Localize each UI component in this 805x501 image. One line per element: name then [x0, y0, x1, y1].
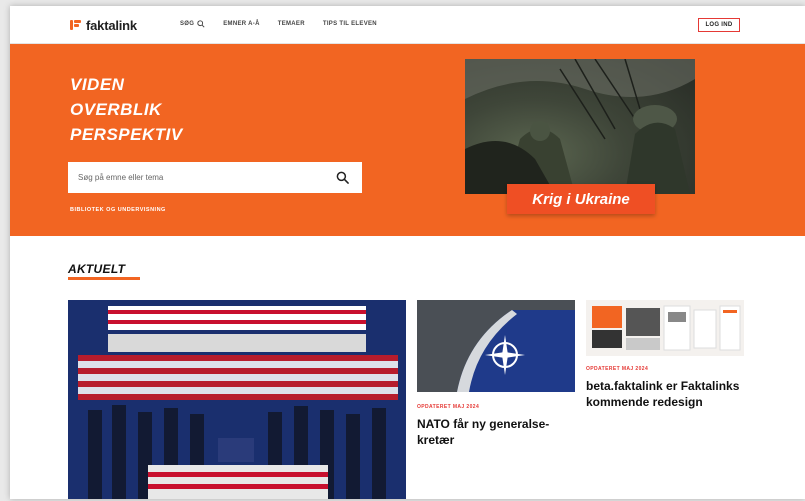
- top-navigation: faktalink SØG EMNER A-Å TEMAER TIPS TIL …: [10, 6, 805, 44]
- feature-caption[interactable]: Krig i Ukraine: [507, 184, 655, 214]
- news-card-main-image[interactable]: [68, 300, 406, 499]
- tagline-line-3: PERSPEKTIV: [70, 125, 183, 144]
- nav-search-label: SØG: [180, 21, 195, 27]
- news-card-nato-image[interactable]: [417, 300, 575, 392]
- search-icon[interactable]: [336, 171, 349, 184]
- section-title-aktuelt: AKTUELT: [68, 262, 126, 276]
- nav-themes[interactable]: TEMAER: [278, 21, 305, 27]
- stage-photo: [68, 300, 406, 499]
- nav-search[interactable]: SØG: [180, 20, 205, 28]
- tagline-line-2: OVERBLIK: [70, 100, 162, 119]
- nav-topics[interactable]: EMNER A-Å: [223, 21, 259, 27]
- news-card-beta-title[interactable]: beta.faktalink er Faktalinks kommende re…: [586, 378, 746, 410]
- updated-label: OPDATERET MAJ 2024: [417, 404, 480, 410]
- faktalink-logo[interactable]: faktalink: [70, 17, 137, 33]
- main-nav: SØG EMNER A-Å TEMAER TIPS TIL ELEVEN: [180, 20, 377, 28]
- news-card-beta-image[interactable]: [586, 300, 744, 356]
- tagline-line-1: VIDEN: [70, 75, 125, 94]
- search-icon: [197, 20, 205, 28]
- logo-text: faktalink: [86, 17, 137, 33]
- nav-tips[interactable]: TIPS TIL ELEVEN: [323, 21, 377, 27]
- ukraine-war-image[interactable]: [465, 59, 695, 194]
- news-card-nato-title[interactable]: NATO får ny generalse-kretær: [417, 416, 577, 448]
- hero-section: VIDEN OVERBLIK PERSPEKTIV BIBLIOTEK OG U…: [10, 44, 805, 236]
- updated-label: OPDATERET MAJ 2024: [586, 366, 649, 372]
- logo-mark-icon: [70, 19, 82, 31]
- nato-flag-photo: [417, 300, 575, 392]
- redesign-collage: [586, 300, 744, 356]
- library-link[interactable]: BIBLIOTEK OG UNDERVISNING: [70, 207, 166, 213]
- browser-page: faktalink SØG EMNER A-Å TEMAER TIPS TIL …: [10, 6, 805, 499]
- login-button[interactable]: LOG IND: [698, 18, 740, 32]
- soldiers-photo: [465, 59, 695, 194]
- section-underline: [68, 277, 140, 280]
- hero-search-input[interactable]: [68, 162, 328, 193]
- hero-tagline: VIDEN OVERBLIK PERSPEKTIV: [70, 72, 183, 147]
- hero-search-box: [68, 162, 362, 193]
